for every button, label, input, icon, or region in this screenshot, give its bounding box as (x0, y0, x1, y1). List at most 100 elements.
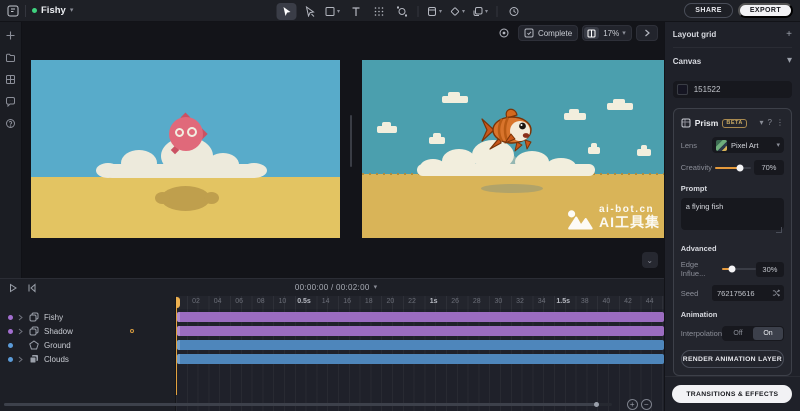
transitions-effects-button[interactable]: TRANSITIONS & EFFECTS (672, 385, 792, 403)
ruler-label: 20 (386, 298, 394, 305)
edge-influence-slider[interactable] (722, 268, 756, 270)
chevron-down-icon[interactable]: ▾ (787, 56, 792, 66)
toggle-off[interactable]: Off (723, 327, 753, 340)
go-to-start-button[interactable] (27, 283, 37, 293)
scrollbar-handle[interactable] (4, 403, 596, 406)
zoom-out-icon[interactable]: − (641, 399, 652, 410)
snapshot-icon[interactable] (494, 25, 514, 41)
small-cloud (442, 96, 468, 103)
canvas-color-field[interactable]: 151522 (673, 81, 792, 98)
frame-rendered[interactable]: ai-bot.cn AI工具集 (362, 60, 664, 238)
ruler-label: 28 (473, 298, 481, 305)
export-button[interactable]: EXPORT (738, 3, 793, 18)
add-layout-grid-icon[interactable]: + (786, 30, 792, 40)
chevron-right-icon[interactable] (18, 327, 24, 335)
ruler-label: 30 (494, 298, 502, 305)
comments-icon[interactable] (5, 96, 16, 107)
creativity-value[interactable]: 70% (754, 160, 784, 175)
interpolation-toggle[interactable]: Off On (722, 326, 784, 341)
canvas-color-value: 151522 (694, 85, 721, 94)
project-menu[interactable]: Fishy ▾ (32, 5, 73, 16)
boolean-shapes-tool[interactable]: ▾ (471, 3, 491, 20)
layer-name: Ground (44, 341, 71, 350)
ruler-label: 08 (257, 298, 265, 305)
pixel-select-tool[interactable] (369, 3, 389, 20)
prompt-label: Prompt (681, 184, 784, 193)
ruler-label: 1s (430, 298, 438, 305)
chevron-down-icon: ▾ (70, 7, 74, 14)
chevron-right-icon[interactable] (18, 313, 24, 321)
fish-shadow-nub (155, 192, 170, 204)
zoom-in-icon[interactable]: + (627, 399, 638, 410)
canvas-area[interactable]: ai-bot.cn AI工具集 Complete (22, 22, 664, 278)
ruler-label: 16 (343, 298, 351, 305)
shape-tool[interactable]: ▾ (323, 3, 343, 20)
text-tool[interactable] (346, 3, 366, 20)
chevron-placeholder (18, 341, 24, 349)
color-swatch[interactable] (677, 84, 688, 95)
frame-tool[interactable]: ▾ (425, 3, 445, 20)
history-tool[interactable] (504, 3, 524, 20)
prompt-input[interactable]: a flying fish (681, 198, 784, 230)
slider-knob[interactable] (729, 266, 736, 273)
next-frame-button[interactable] (636, 25, 658, 41)
transform-tool[interactable] (392, 3, 412, 20)
toggle-on[interactable]: On (753, 327, 783, 340)
kebab-menu-icon[interactable]: ⋮ (776, 119, 784, 127)
timeline-track-clouds[interactable] (177, 354, 664, 364)
layer-row-fishy[interactable]: Fishy (0, 312, 175, 322)
time-display: 00:00:00 / 00:02:00 (295, 283, 370, 292)
help-icon[interactable] (5, 118, 16, 129)
playhead[interactable] (176, 297, 177, 395)
assets-icon[interactable] (5, 74, 16, 85)
play-button[interactable] (8, 283, 18, 293)
ruler-label: 26 (451, 298, 459, 305)
chevron-down-icon[interactable]: ▾ (760, 119, 764, 127)
slider-knob[interactable] (737, 164, 744, 171)
animation-label: Animation (681, 310, 784, 319)
lens-dropdown[interactable]: Pixel Art ▾ (712, 137, 784, 153)
ruler-label: 44 (646, 298, 654, 305)
chevron-right-icon[interactable] (18, 355, 24, 363)
share-button[interactable]: SHARE (684, 3, 733, 18)
track-area[interactable] (176, 309, 664, 411)
divider (497, 6, 498, 17)
complete-button[interactable]: Complete (518, 25, 578, 41)
layer-row-shadow[interactable]: Shadow (0, 326, 175, 336)
project-name: Fishy (41, 5, 66, 16)
lens-value: Pixel Art (731, 141, 772, 150)
top-bar: Fishy ▾ ▾ ▾ (0, 0, 800, 22)
collapse-panel-icon[interactable]: ⌄ (642, 252, 658, 268)
ruler-label: 34 (538, 298, 546, 305)
help-circle-icon[interactable]: ? (768, 119, 772, 127)
frame-source[interactable] (31, 60, 340, 238)
folder-icon[interactable] (5, 52, 16, 63)
timeline-track-ground[interactable] (177, 340, 664, 350)
horizontal-scrollbar[interactable] (4, 403, 612, 406)
creativity-slider[interactable] (715, 167, 751, 169)
shuffle-seed-icon[interactable] (772, 289, 780, 298)
frame-divider-scrollbar[interactable] (350, 115, 352, 167)
layer-row-ground[interactable]: Ground (0, 340, 175, 350)
app-logo-icon[interactable] (7, 5, 19, 17)
split-view-icon[interactable] (584, 27, 599, 39)
time-display-dropdown[interactable]: 00:00:00 / 00:02:00 ▾ (295, 283, 377, 292)
render-animation-layer-button[interactable]: RENDER ANIMATION LAYER (681, 350, 784, 368)
scrollbar-grip[interactable] (594, 402, 599, 407)
add-icon[interactable] (5, 30, 16, 41)
timeline-ruler[interactable]: 02040608100.5s14161820221s26283032341.5s… (176, 296, 664, 309)
prism-title: Prism (695, 118, 719, 128)
small-cloud (607, 103, 633, 110)
select-tool[interactable] (277, 3, 297, 20)
effects-tool[interactable]: ▾ (448, 3, 468, 20)
layer-list: Fishy Shadow Ground Clouds (0, 296, 175, 411)
timeline-track-shadow[interactable] (177, 326, 664, 336)
small-cloud (429, 137, 445, 144)
seed-input[interactable] (712, 285, 768, 301)
edge-influence-value[interactable]: 30% (756, 262, 784, 277)
timeline-track-fishy[interactable] (177, 312, 664, 322)
layer-row-clouds[interactable]: Clouds (0, 354, 175, 364)
node-select-tool[interactable] (300, 3, 320, 20)
zoom-level-dropdown[interactable]: 17%▾ (599, 29, 630, 38)
keyframe-dot[interactable] (130, 329, 134, 333)
